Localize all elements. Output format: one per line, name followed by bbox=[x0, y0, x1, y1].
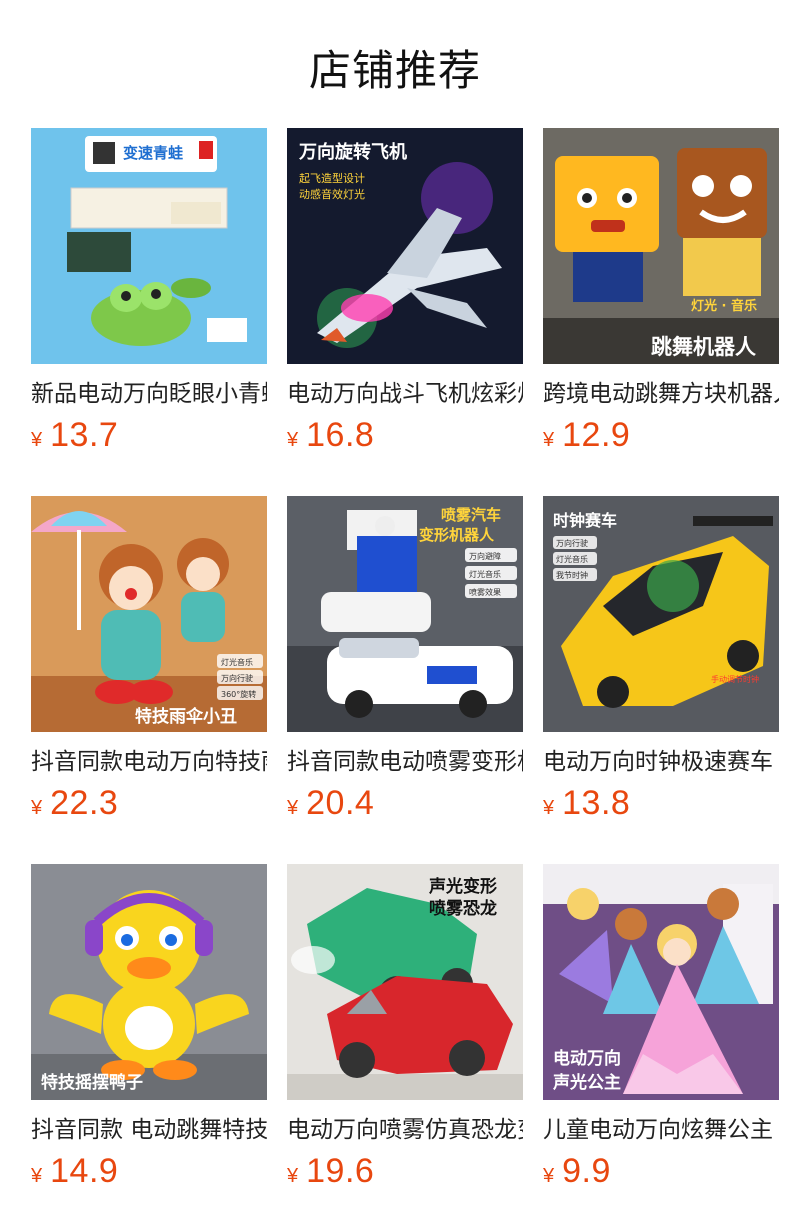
price-amount: 22.3 bbox=[50, 784, 119, 822]
product-price: ¥ 20.4 bbox=[287, 784, 523, 823]
image-text: 时钟赛车 bbox=[553, 511, 617, 530]
image-text: 特技摇摆鸭子 bbox=[41, 1072, 143, 1093]
image-text: 喷雾效果 bbox=[469, 587, 501, 597]
product-title[interactable]: 电动万向喷雾仿真恐龙变形车 bbox=[287, 1114, 523, 1146]
product-grid: 变速青蛙 新品电动万向眨眼小青蛙 ¥ 13.7 万向旋转飞机 起飞造型设计 动感… bbox=[31, 128, 779, 1232]
currency-symbol: ¥ bbox=[543, 429, 555, 451]
product-title[interactable]: 跨境电动跳舞方块机器人 bbox=[543, 378, 779, 410]
product-card[interactable]: 特技摇摆鸭子 抖音同款 电动跳舞特技摇摆鸭子 ¥ 14.9 bbox=[31, 864, 267, 1232]
product-title[interactable]: 电动万向战斗飞机炫彩灯光 bbox=[287, 378, 523, 410]
image-text: 手动调节时钟 bbox=[711, 674, 759, 684]
currency-symbol: ¥ bbox=[31, 797, 43, 819]
image-text: 动感音效灯光 bbox=[299, 187, 365, 201]
product-title[interactable]: 电动万向时钟极速赛车 bbox=[543, 746, 779, 778]
image-text: 灯光音乐 bbox=[469, 569, 501, 579]
product-price: ¥ 13.8 bbox=[543, 784, 779, 823]
product-price: ¥ 16.8 bbox=[287, 416, 523, 455]
price-amount: 19.6 bbox=[306, 1152, 375, 1190]
product-price: ¥ 19.6 bbox=[287, 1152, 523, 1191]
image-text: 灯光 · 音乐 bbox=[691, 298, 757, 314]
product-price: ¥ 13.7 bbox=[31, 416, 267, 455]
image-text: 360°旋转 bbox=[221, 689, 256, 699]
price-amount: 12.9 bbox=[562, 416, 631, 454]
image-text: 变速青蛙 bbox=[123, 144, 183, 162]
image-text: 特技雨伞小丑 bbox=[135, 706, 237, 727]
product-title[interactable]: 抖音同款 电动跳舞特技摇摆鸭子 bbox=[31, 1114, 267, 1146]
currency-symbol: ¥ bbox=[543, 1165, 555, 1187]
price-amount: 9.9 bbox=[562, 1152, 611, 1190]
product-price: ¥ 12.9 bbox=[543, 416, 779, 455]
image-text: 灯光音乐 bbox=[221, 657, 253, 667]
image-text: 万向避障 bbox=[469, 551, 501, 561]
image-text: 变形机器人 bbox=[419, 526, 495, 544]
image-text: 声光公主 bbox=[552, 1072, 621, 1093]
product-image[interactable]: 变速青蛙 bbox=[31, 128, 267, 364]
currency-symbol: ¥ bbox=[31, 429, 43, 451]
image-text: 万向旋转飞机 bbox=[298, 141, 407, 163]
product-price: ¥ 9.9 bbox=[543, 1152, 779, 1191]
product-card[interactable]: 时钟赛车 万向行驶 灯光音乐 我节时钟 手动调节时钟 电动万向时钟极速赛车 ¥ … bbox=[543, 496, 779, 864]
product-image[interactable]: 电动万向 声光公主 bbox=[543, 864, 779, 1100]
product-image[interactable]: 喷雾汽车 变形机器人 万向避障 灯光音乐 喷雾效果 bbox=[287, 496, 523, 732]
image-text: 喷雾恐龙 bbox=[429, 898, 497, 919]
price-amount: 13.7 bbox=[50, 416, 119, 454]
image-text: 跳舞机器人 bbox=[651, 335, 756, 359]
product-image[interactable]: 万向旋转飞机 起飞造型设计 动感音效灯光 bbox=[287, 128, 523, 364]
price-amount: 13.8 bbox=[562, 784, 631, 822]
image-text: 声光变形 bbox=[428, 876, 497, 897]
product-price: ¥ 22.3 bbox=[31, 784, 267, 823]
product-title[interactable]: 新品电动万向眨眼小青蛙 bbox=[31, 378, 267, 410]
shop-recommend-page: 店铺推荐 变速青蛙 新品电动万向眨眼小青蛙 ¥ 13.7 万向旋转飞机 起飞造型… bbox=[0, 0, 790, 1232]
product-card[interactable]: 喷雾汽车 变形机器人 万向避障 灯光音乐 喷雾效果 抖音同款电动喷雾变形机器人 … bbox=[287, 496, 523, 864]
image-text: 我节时钟 bbox=[556, 570, 588, 580]
currency-symbol: ¥ bbox=[287, 1165, 299, 1187]
product-image[interactable]: 声光变形 喷雾恐龙 bbox=[287, 864, 523, 1100]
image-text: 喷雾汽车 bbox=[441, 506, 501, 524]
product-title[interactable]: 儿童电动万向炫舞公主 bbox=[543, 1114, 779, 1146]
header: 店铺推荐 bbox=[0, 0, 790, 128]
image-text: 灯光音乐 bbox=[556, 554, 588, 564]
price-amount: 14.9 bbox=[50, 1152, 119, 1190]
page-title: 店铺推荐 bbox=[308, 45, 481, 95]
image-text: 万向行驶 bbox=[556, 538, 588, 548]
image-text: 万向行驶 bbox=[221, 673, 253, 683]
product-image[interactable]: 时钟赛车 万向行驶 灯光音乐 我节时钟 手动调节时钟 bbox=[543, 496, 779, 732]
currency-symbol: ¥ bbox=[31, 1165, 43, 1187]
product-card[interactable]: 灯光 · 音乐 跳舞机器人 跨境电动跳舞方块机器人 ¥ 12.9 bbox=[543, 128, 779, 496]
currency-symbol: ¥ bbox=[543, 797, 555, 819]
product-card[interactable]: 变速青蛙 新品电动万向眨眼小青蛙 ¥ 13.7 bbox=[31, 128, 267, 496]
product-title[interactable]: 抖音同款电动喷雾变形机器人 bbox=[287, 746, 523, 778]
currency-symbol: ¥ bbox=[287, 797, 299, 819]
price-amount: 16.8 bbox=[306, 416, 375, 454]
product-image[interactable]: 灯光音乐 万向行驶 360°旋转 特技雨伞小丑 bbox=[31, 496, 267, 732]
product-card[interactable]: 灯光音乐 万向行驶 360°旋转 特技雨伞小丑 抖音同款电动万向特技雨伞小丑 ¥… bbox=[31, 496, 267, 864]
price-amount: 20.4 bbox=[306, 784, 375, 822]
product-title[interactable]: 抖音同款电动万向特技雨伞小丑 bbox=[31, 746, 267, 778]
product-price: ¥ 14.9 bbox=[31, 1152, 267, 1191]
image-text: 起飞造型设计 bbox=[299, 171, 365, 185]
currency-symbol: ¥ bbox=[287, 429, 299, 451]
product-card[interactable]: 电动万向 声光公主 儿童电动万向炫舞公主 ¥ 9.9 bbox=[543, 864, 779, 1232]
product-image[interactable]: 特技摇摆鸭子 bbox=[31, 864, 267, 1100]
product-image[interactable]: 灯光 · 音乐 跳舞机器人 bbox=[543, 128, 779, 364]
image-text: 电动万向 bbox=[553, 1048, 621, 1069]
product-card[interactable]: 万向旋转飞机 起飞造型设计 动感音效灯光 电动万向战斗飞机炫彩灯光 ¥ 16.8 bbox=[287, 128, 523, 496]
product-card[interactable]: 声光变形 喷雾恐龙 电动万向喷雾仿真恐龙变形车 ¥ 19.6 bbox=[287, 864, 523, 1232]
